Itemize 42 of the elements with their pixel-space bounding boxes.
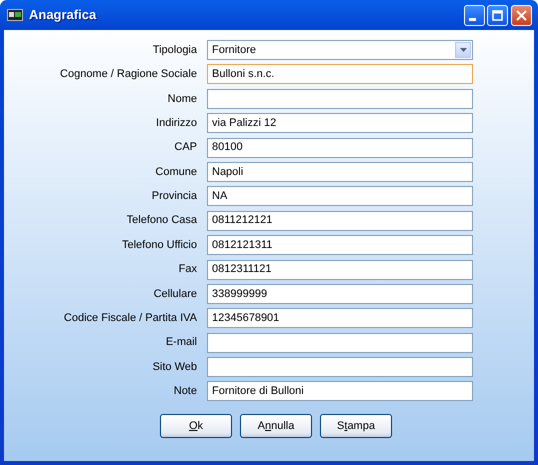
input-field[interactable]: Fornitore di Bulloni	[207, 381, 473, 402]
field-label: Nome	[166, 92, 197, 107]
dropdown[interactable]: Fornitore	[207, 40, 473, 60]
field-label: Sito Web	[152, 360, 197, 375]
input-field[interactable]: via Palizzi 12	[207, 113, 473, 134]
caret-icon	[455, 42, 471, 58]
input-field[interactable]: 0812121311	[207, 235, 473, 256]
dialog-button[interactable]: Ok	[160, 414, 232, 438]
dialog-button[interactable]: Stampa	[320, 414, 392, 438]
field-label: Tipologia	[152, 42, 197, 58]
input-field[interactable]: 338999999	[207, 284, 473, 304]
input-field[interactable]: NA	[207, 186, 473, 206]
window-title: Anagrafica	[29, 6, 96, 24]
field-label: Note	[172, 384, 197, 400]
field-label: CAP	[173, 140, 197, 156]
field-label: Comune	[154, 164, 197, 180]
field-label: E-mail	[164, 335, 197, 350]
dialog-button[interactable]: Annulla	[240, 414, 312, 438]
close-button[interactable]	[511, 4, 532, 26]
field-label: Provincia	[150, 189, 197, 204]
input-field[interactable]: 12345678901	[207, 308, 473, 328]
input-field[interactable]	[207, 88, 473, 109]
input-field[interactable]: Napoli	[207, 162, 473, 182]
input-field[interactable]: 0811212121	[207, 210, 473, 231]
input-field[interactable]	[207, 357, 473, 378]
input-field[interactable]	[207, 332, 473, 353]
maximize-button[interactable]	[487, 4, 508, 26]
field-label: Codice Fiscale / Partita IVA	[62, 311, 197, 326]
input-field[interactable]: 80100	[207, 138, 473, 158]
input-field[interactable]: Bulloni s.n.c.	[207, 64, 473, 84]
field-label: Fax	[178, 262, 197, 278]
field-label: Indirizzo	[155, 116, 197, 131]
app-icon	[7, 9, 23, 21]
field-label: Cognome / Ragione Sociale	[59, 67, 197, 82]
input-field[interactable]: 0812311121	[207, 260, 473, 280]
maximize-icon	[492, 10, 504, 20]
field-label: Cellulare	[152, 286, 197, 302]
field-label: Telefono Casa	[126, 213, 197, 228]
minimize-button[interactable]	[464, 4, 484, 26]
close-icon	[516, 10, 527, 20]
minimize-icon	[469, 18, 476, 20]
field-label: Telefono Ufficio	[120, 238, 197, 253]
